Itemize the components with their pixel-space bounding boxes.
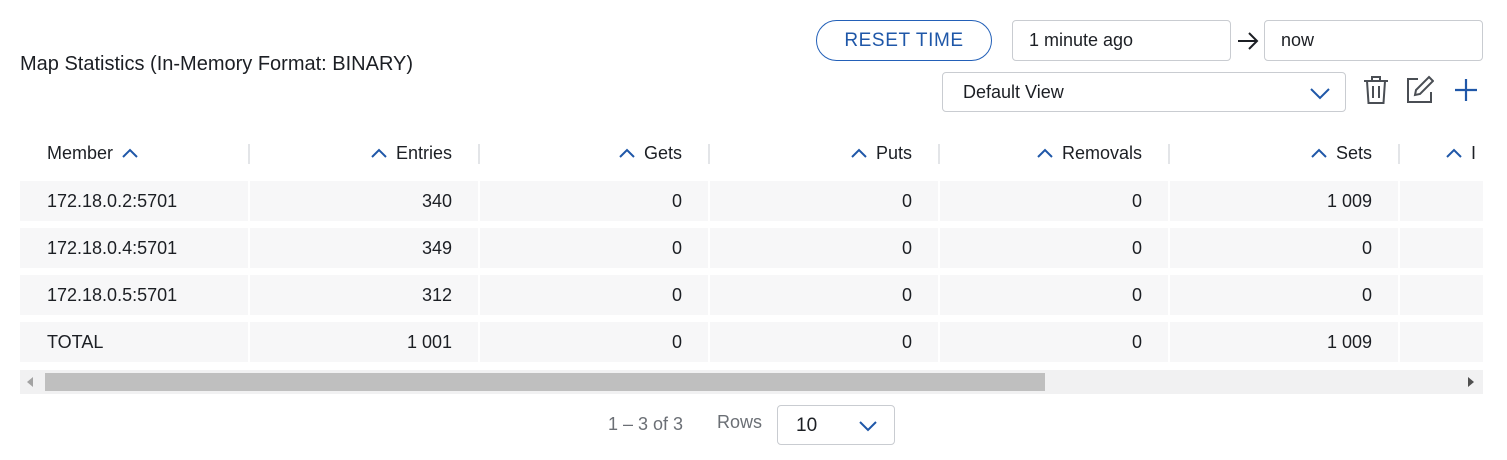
column-header-sets[interactable]: Sets [1170, 132, 1399, 174]
map-statistics-table: Member Entries Gets Puts Removals Sets I… [20, 132, 1483, 363]
table-row[interactable]: 172.18.0.4:5701 349 0 0 0 0 [20, 228, 1483, 268]
cell-entries: 349 [421, 237, 452, 258]
column-divider [1398, 228, 1400, 268]
cell-entries: 312 [421, 284, 452, 305]
cell-gets: 0 [671, 284, 682, 305]
column-header-member[interactable]: Member [20, 132, 249, 174]
column-header-label: Gets [643, 142, 682, 163]
table-header-row: Member Entries Gets Puts Removals Sets I [20, 132, 1483, 174]
horizontal-scrollbar[interactable] [20, 370, 1483, 394]
column-header-label: Sets [1335, 142, 1372, 163]
cell-removals: 0 [1131, 190, 1142, 211]
column-divider [1398, 322, 1400, 362]
cell-member: 172.18.0.5:5701 [47, 284, 178, 305]
column-divider [1398, 181, 1400, 221]
column-header-removals[interactable]: Removals [940, 132, 1169, 174]
time-from-input[interactable] [1012, 20, 1231, 61]
sort-asc-icon [1311, 148, 1327, 158]
chevron-down-icon [859, 421, 877, 432]
view-select[interactable]: Default View [942, 72, 1346, 112]
table-row[interactable]: 172.18.0.2:5701 340 0 0 0 1 009 [20, 181, 1483, 221]
column-header-label: I [1471, 142, 1477, 163]
cell-member: 172.18.0.4:5701 [47, 237, 178, 258]
column-header-next[interactable]: I [1400, 132, 1483, 174]
column-header-entries[interactable]: Entries [250, 132, 479, 174]
cell-gets: 0 [671, 331, 682, 352]
sort-asc-icon [1446, 148, 1462, 158]
table-total-row: TOTAL 1 001 0 0 0 1 009 [20, 322, 1483, 362]
scroll-left-icon[interactable] [27, 377, 33, 387]
reset-time-button[interactable]: RESET TIME [816, 20, 992, 61]
column-header-gets[interactable]: Gets [480, 132, 709, 174]
cell-sets: 1 009 [1326, 190, 1372, 211]
time-to-input[interactable] [1264, 20, 1483, 61]
cell-removals: 0 [1131, 331, 1142, 352]
plus-icon[interactable] [1451, 74, 1481, 106]
arrow-right-icon [1238, 32, 1259, 50]
cell-puts: 0 [901, 237, 912, 258]
scroll-right-icon[interactable] [1468, 377, 1474, 387]
cell-puts: 0 [901, 331, 912, 352]
column-header-label: Entries [395, 142, 452, 163]
trash-icon[interactable] [1361, 74, 1391, 106]
cell-member: TOTAL [47, 331, 104, 352]
pagination-range: 1 – 3 of 3 [608, 414, 684, 434]
cell-sets: 0 [1361, 237, 1372, 258]
cell-sets: 1 009 [1326, 331, 1372, 352]
cell-gets: 0 [671, 190, 682, 211]
sort-asc-icon [122, 148, 138, 158]
cell-puts: 0 [901, 284, 912, 305]
rows-per-page-select[interactable]: 10 [777, 405, 895, 445]
edit-icon[interactable] [1404, 74, 1434, 106]
cell-member: 172.18.0.2:5701 [47, 190, 178, 211]
rows-per-page-value: 10 [796, 415, 818, 436]
column-header-puts[interactable]: Puts [710, 132, 939, 174]
sort-asc-icon [371, 148, 387, 158]
cell-puts: 0 [901, 190, 912, 211]
cell-entries: 1 001 [406, 331, 452, 352]
column-divider [1398, 275, 1400, 315]
cell-entries: 340 [421, 190, 452, 211]
cell-removals: 0 [1131, 284, 1142, 305]
scrollbar-thumb[interactable] [45, 373, 1045, 391]
column-header-label: Member [47, 142, 114, 163]
view-select-value: Default View [963, 82, 1064, 102]
sort-asc-icon [851, 148, 867, 158]
column-header-label: Removals [1061, 142, 1142, 163]
page-title: Map Statistics (In-Memory Format: BINARY… [20, 53, 414, 75]
sort-asc-icon [1037, 148, 1053, 158]
rows-per-page-label: Rows [717, 412, 763, 432]
cell-sets: 0 [1361, 284, 1372, 305]
cell-removals: 0 [1131, 237, 1142, 258]
cell-gets: 0 [671, 237, 682, 258]
sort-asc-icon [619, 148, 635, 158]
chevron-down-icon [1310, 88, 1330, 100]
table-row[interactable]: 172.18.0.5:5701 312 0 0 0 0 [20, 275, 1483, 315]
column-header-label: Puts [875, 142, 912, 163]
